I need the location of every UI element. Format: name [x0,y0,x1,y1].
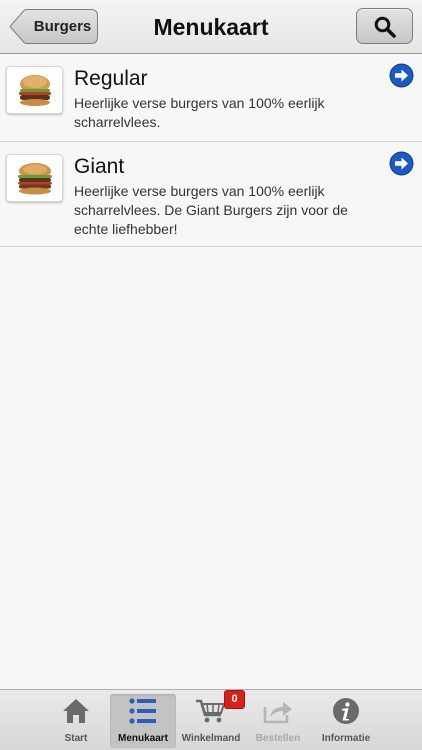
tab-label: Winkelmand [181,733,241,744]
back-button[interactable]: Burgers [9,9,98,44]
list-item-giant[interactable]: Giant Heerlijke verse burgers van 100% e… [0,142,422,247]
tab-menukaart[interactable]: Menukaart [110,694,176,748]
search-icon [374,16,396,38]
tab-label: Start [64,733,88,744]
share-icon [263,702,292,724]
info-icon [333,698,359,724]
burger-thumbnail [6,154,63,202]
item-description: Heerlijke verse burgers van 100% eerlijk… [74,95,325,130]
burger-thumbnail [6,66,63,114]
tab-label: Informatie [321,733,371,744]
burger-icon [19,75,51,106]
tab-bestellen[interactable]: Bestellen [245,694,311,748]
cart-icon [196,699,226,723]
list-icon [129,698,156,724]
arrow-right-circle-icon[interactable] [389,63,414,88]
tab-informatie[interactable]: Informatie [313,694,379,748]
tab-label: Menukaart [117,733,168,744]
navigation-bar: Burgers Menukaart [0,0,422,54]
arrow-right-circle-icon[interactable] [389,151,414,176]
page-title: Menukaart [153,14,269,40]
tab-label: Bestellen [255,733,301,744]
search-button[interactable] [356,8,413,44]
back-button-label: Burgers [33,18,92,35]
cart-badge: 0 [224,690,245,709]
item-title: Giant [74,155,125,178]
burger-icon [18,163,52,195]
tab-start[interactable]: Start [43,694,109,748]
home-icon [63,699,89,723]
list-item-regular[interactable]: Regular Heerlijke verse burgers van 100%… [0,54,422,142]
tab-bar: Start Menukaart Winkelmand Bestellen Inf… [0,689,422,750]
menu-list: Regular Heerlijke verse burgers van 100%… [0,54,422,247]
item-title: Regular [74,67,148,90]
item-description: Heerlijke verse burgers van 100% eerlijk… [74,183,348,237]
